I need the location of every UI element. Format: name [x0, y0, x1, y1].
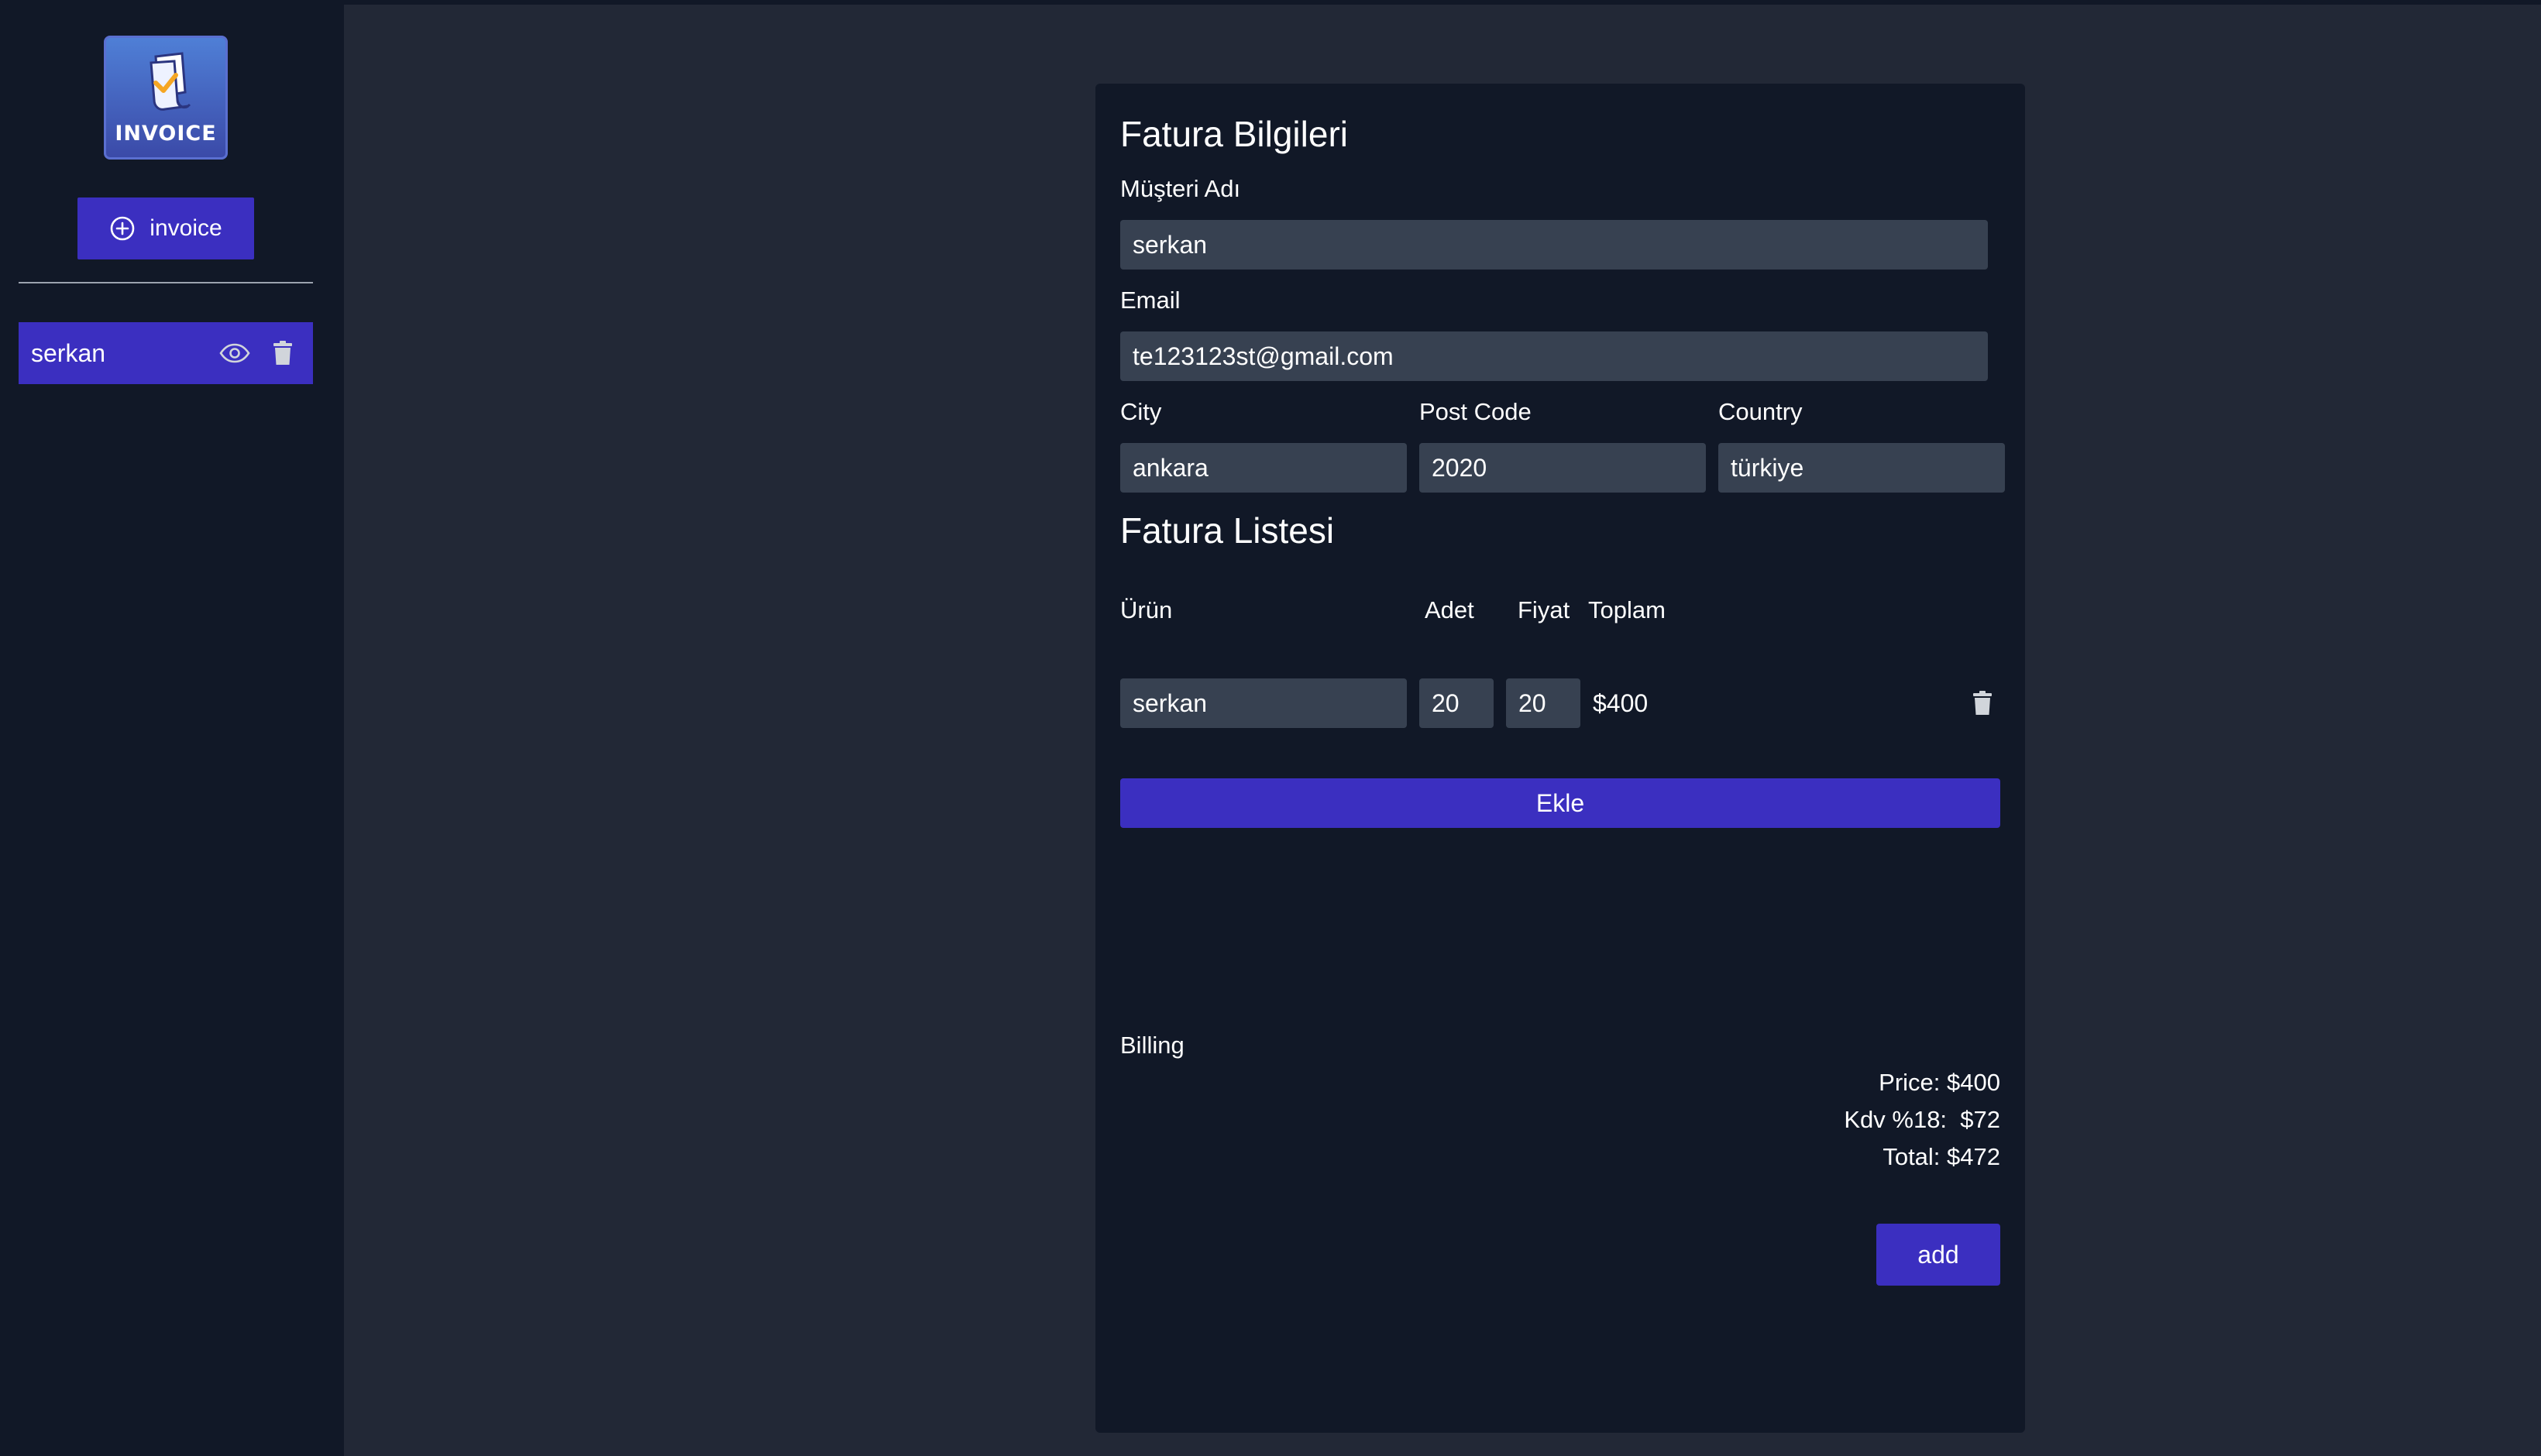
- city-label: City: [1120, 398, 1162, 425]
- postcode-label: Post Code: [1419, 398, 1532, 425]
- country-label: Country: [1718, 398, 1803, 425]
- customer-name-input[interactable]: [1120, 220, 1988, 270]
- city-input[interactable]: [1120, 443, 1407, 493]
- sidebar-divider: [19, 282, 313, 283]
- invoice-logo-icon: [150, 52, 191, 111]
- email-label: Email: [1120, 287, 1181, 314]
- plus-circle-icon: [110, 216, 135, 241]
- sidebar: INVOICE invoice serkan: [0, 5, 344, 1456]
- invoice-form-panel: Fatura Bilgileri Müşteri Adı Email City …: [1095, 84, 2025, 1433]
- billing-kdv: Kdv %18: $72: [1844, 1106, 2000, 1133]
- view-icon[interactable]: [217, 335, 253, 371]
- top-border: [0, 0, 2541, 5]
- new-invoice-button-label: invoice: [150, 215, 222, 241]
- column-header-price: Fiyat: [1518, 596, 1570, 623]
- customer-name-label: Müşteri Adı: [1120, 175, 1241, 202]
- postcode-input[interactable]: [1419, 443, 1706, 493]
- country-input[interactable]: [1718, 443, 2005, 493]
- column-header-total: Toplam: [1588, 596, 1666, 623]
- product-input[interactable]: [1120, 678, 1407, 728]
- form-title: Fatura Bilgileri: [1120, 114, 1348, 154]
- add-row-button[interactable]: Ekle: [1120, 778, 2000, 828]
- row-total: $400: [1593, 689, 1649, 717]
- billing-price: Price: $400: [1879, 1069, 2000, 1096]
- app-logo: INVOICE: [104, 36, 228, 160]
- logo-text: INVOICE: [115, 122, 217, 146]
- column-header-qty: Adet: [1425, 596, 1474, 623]
- delete-icon[interactable]: [265, 335, 301, 371]
- billing-title: Billing: [1120, 1032, 1185, 1059]
- invoice-list-title: Fatura Listesi: [1120, 510, 1335, 551]
- billing-total: Total: $472: [1883, 1143, 2000, 1170]
- delete-row-icon[interactable]: [1972, 691, 1993, 719]
- column-header-product: Ürün: [1120, 596, 1173, 623]
- new-invoice-button[interactable]: invoice: [77, 197, 254, 259]
- submit-invoice-button[interactable]: add: [1876, 1224, 2000, 1286]
- price-input[interactable]: [1506, 678, 1580, 728]
- sidebar-item-label: serkan: [31, 338, 106, 367]
- quantity-input[interactable]: [1419, 678, 1494, 728]
- email-input[interactable]: [1120, 331, 1988, 381]
- sidebar-item-invoice[interactable]: serkan: [19, 322, 313, 384]
